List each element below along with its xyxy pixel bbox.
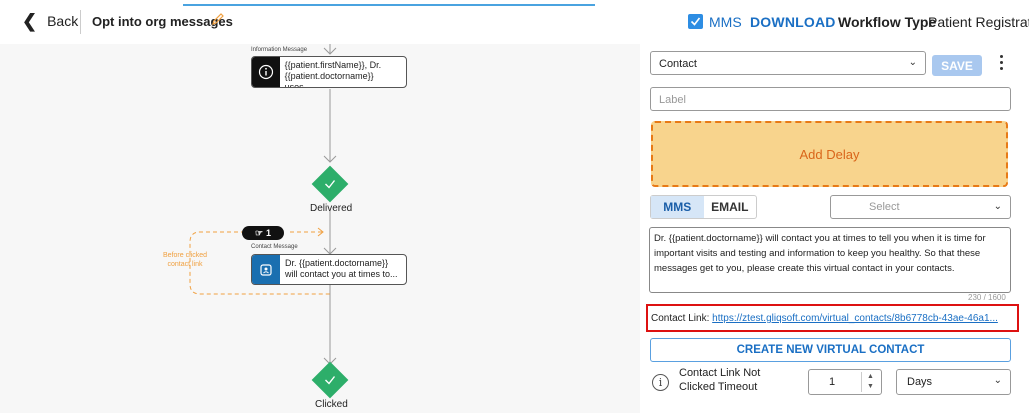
information-message-node[interactable]: {{patient.firstName}}, Dr. {{patient.doc…	[251, 56, 407, 88]
chevron-down-icon: ⌄	[993, 201, 1002, 212]
delivered-label: Delivered	[310, 203, 353, 214]
save-button[interactable]: SAVE	[932, 55, 982, 76]
timeout-unit-value: Days	[907, 376, 933, 388]
label-placeholder: Label	[659, 94, 686, 106]
top-bar: ❮ Back Opt into org messages MMS DOWNLOA…	[0, 0, 1029, 44]
timeout-label: Contact Link Not Clicked Timeout	[679, 367, 761, 393]
add-delay-label: Add Delay	[799, 146, 860, 162]
workflow-type-value: Patient Registration	[928, 14, 1029, 30]
character-counter: 230 / 1600	[968, 293, 1006, 302]
divider	[80, 10, 81, 34]
timeout-value: 1	[829, 376, 836, 388]
node-type-select[interactable]: Contact ⌄	[650, 51, 926, 75]
mms-checkbox[interactable]	[688, 14, 703, 29]
download-button[interactable]: DOWNLOAD	[750, 14, 836, 30]
contact-node-text-line2: will contact you at times to...	[285, 269, 398, 279]
channel-select[interactable]: Select ⌄	[830, 195, 1011, 219]
contact-node-text-line1: Dr. {{patient.doctorname}}	[285, 258, 389, 268]
checkmark-icon	[690, 17, 701, 26]
add-delay-button[interactable]: Add Delay	[651, 121, 1008, 187]
label-input[interactable]: Label	[650, 87, 1011, 111]
check-icon	[325, 376, 336, 385]
info-node-type: Information Message	[251, 47, 308, 53]
more-options-icon[interactable]	[998, 53, 1004, 75]
contact-link-row: Contact Link: https://ztest.gliqsoft.com…	[651, 313, 998, 324]
click-count-badge[interactable]: ☞ 1	[242, 226, 284, 240]
pointer-hand-icon: ☞	[254, 227, 264, 238]
before-clicked-line2: contact link	[167, 261, 203, 268]
contact-node-type: Contact Message	[251, 244, 298, 250]
channel-tabs: MMS EMAIL	[650, 195, 757, 219]
timeout-value-stepper[interactable]: 1 ▲ ▼	[808, 369, 882, 395]
info-node-text-line1: {{patient.firstName}}, Dr.	[284, 60, 382, 70]
info-icon[interactable]: i	[652, 374, 669, 391]
tab-email[interactable]: EMAIL	[704, 196, 757, 218]
create-virtual-contact-button[interactable]: CREATE NEW VIRTUAL CONTACT	[650, 338, 1011, 362]
progress-indicator	[183, 4, 595, 6]
contact-card-icon	[260, 263, 272, 276]
mms-label[interactable]: MMS	[709, 14, 742, 30]
chevron-up-icon[interactable]: ▲	[862, 372, 879, 382]
chevron-down-icon: ⌄	[908, 57, 917, 68]
channel-select-placeholder: Select	[869, 201, 900, 213]
chevron-left-icon: ❮	[22, 11, 38, 31]
info-node-text-line2: {{patient.doctorname}} uses...	[284, 71, 374, 88]
workflow-type-label: Workflow Type	[838, 14, 937, 30]
stepper-arrows[interactable]: ▲ ▼	[861, 372, 879, 392]
contact-node-icon-box	[252, 255, 280, 284]
contact-link-url[interactable]: https://ztest.gliqsoft.com/virtual_conta…	[712, 313, 998, 324]
chevron-down-icon[interactable]: ▼	[862, 382, 879, 392]
node-type-value: Contact	[659, 58, 697, 70]
info-icon	[258, 64, 273, 80]
flow-connectors	[189, 44, 337, 365]
contact-message-node[interactable]: Dr. {{patient.doctorname}} will contact …	[251, 254, 407, 285]
timeout-unit-select[interactable]: Days ⌄	[896, 369, 1011, 395]
info-node-icon-box	[252, 57, 280, 87]
check-icon	[325, 180, 336, 189]
back-label: Back	[47, 13, 79, 29]
before-clicked-line1: Before clicked	[163, 252, 207, 259]
message-textarea[interactable]: Dr. {{patient.doctorname}} will contact …	[649, 227, 1011, 293]
workflow-canvas[interactable]: Information Message {{patient.firstName}…	[0, 44, 640, 413]
contact-link-label: Contact Link:	[651, 313, 710, 324]
clicked-label: Clicked	[315, 399, 348, 410]
click-count: 1	[266, 228, 272, 238]
edit-pencil-icon[interactable]	[211, 11, 225, 27]
before-clicked-label: Before clicked contact link	[150, 251, 220, 269]
tab-mms[interactable]: MMS	[651, 196, 704, 218]
back-button[interactable]: ❮ Back	[22, 11, 79, 31]
chevron-down-icon: ⌄	[993, 375, 1002, 386]
